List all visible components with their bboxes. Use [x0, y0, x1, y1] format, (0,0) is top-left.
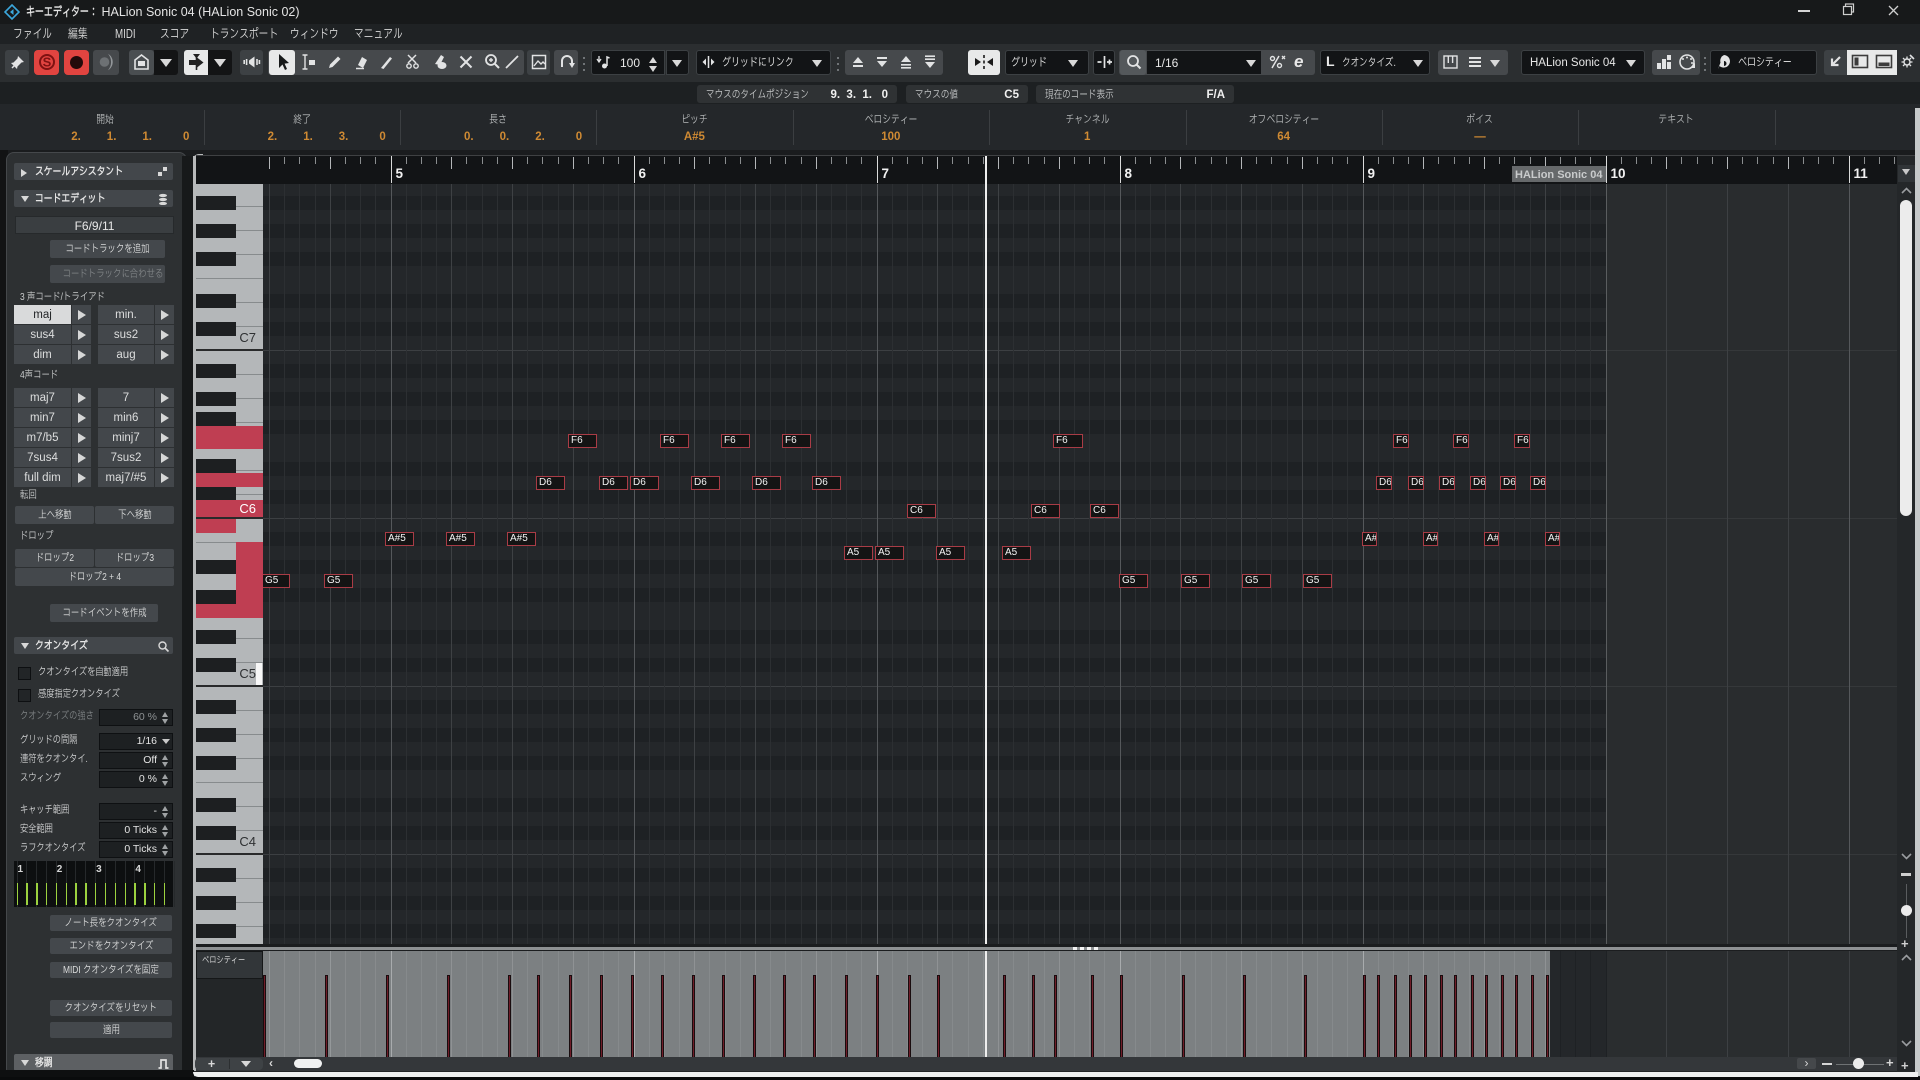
svg-text:S: S — [43, 55, 52, 70]
